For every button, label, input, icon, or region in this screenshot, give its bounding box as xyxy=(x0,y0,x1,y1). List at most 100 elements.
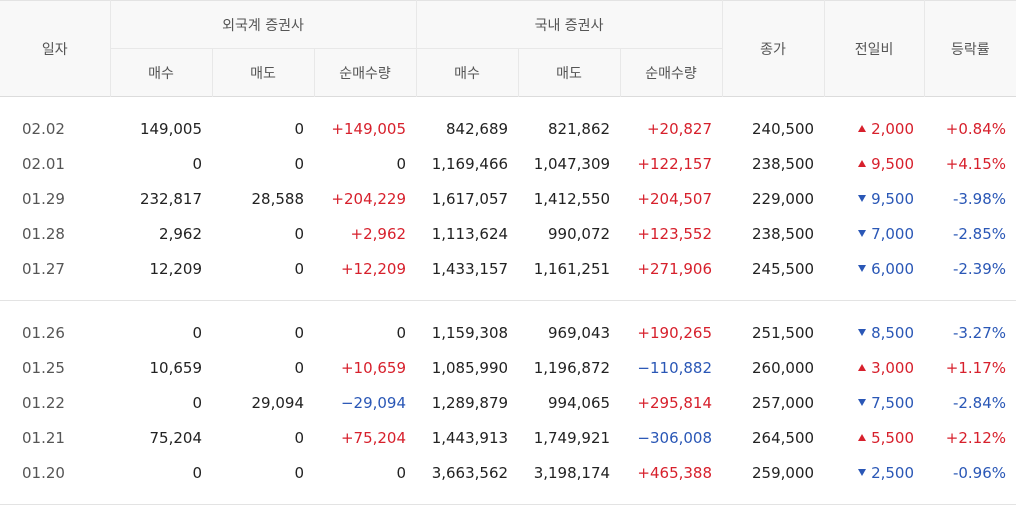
date-cell: 01.28 xyxy=(22,224,65,243)
domestic-sell-cell: 994,065 xyxy=(548,393,611,412)
triangle-down-icon xyxy=(858,264,867,272)
foreign-sell-cell: 0 xyxy=(294,119,304,138)
foreign-net-cell: +149,005 xyxy=(331,119,407,138)
change-cell: 6,000 xyxy=(824,251,924,286)
foreign-buy-cell: 10,659 xyxy=(149,358,203,377)
header-domestic-brokers: 국내 증권사 xyxy=(415,0,723,49)
triangle-down-icon xyxy=(858,194,867,202)
change-rate-cell: +2.12% xyxy=(945,428,1007,447)
domestic-buy-cell: 1,617,057 xyxy=(431,189,509,208)
group-top-spacer xyxy=(0,97,1016,112)
header-foreign-buy: 매수 xyxy=(109,48,212,97)
domestic-net-cell: +465,388 xyxy=(637,463,713,482)
domestic-buy-cell: 1,159,308 xyxy=(431,323,509,342)
domestic-buy-cell: 1,433,157 xyxy=(431,259,509,278)
foreign-sell-cell: 0 xyxy=(294,224,304,243)
domestic-net-cell: +20,827 xyxy=(646,119,713,138)
triangle-down-icon xyxy=(858,468,867,476)
domestic-sell-cell: 3,198,174 xyxy=(533,463,611,482)
date-cell: 01.26 xyxy=(22,323,65,342)
domestic-buy-cell: 842,689 xyxy=(446,119,509,138)
change-cell: 2,500 xyxy=(824,455,924,490)
header-domestic-sell: 매도 xyxy=(517,48,621,97)
close-price-cell: 229,000 xyxy=(752,189,815,208)
foreign-net-cell: −29,094 xyxy=(340,393,407,412)
close-price-cell: 245,500 xyxy=(752,259,815,278)
foreign-net-cell: 0 xyxy=(396,154,407,173)
foreign-sell-cell: 0 xyxy=(294,463,304,482)
change-cell: 7,000 xyxy=(824,216,924,251)
date-cell: 01.21 xyxy=(22,428,65,447)
table-row: 01.29 232,817 28,588 +204,229 1,617,057 1,412… xyxy=(0,181,1016,216)
date-cell: 01.29 xyxy=(22,189,65,208)
foreign-sell-cell: 0 xyxy=(294,358,304,377)
change-rate-cell: -2.85% xyxy=(952,224,1007,243)
table-row: 01.20 0 0 0 3,663,562 3,198,174 +465,388 259,00… xyxy=(0,455,1016,490)
domestic-net-cell: −110,882 xyxy=(637,358,713,377)
foreign-sell-cell: 0 xyxy=(294,154,304,173)
header-domestic-net: 순매수량 xyxy=(619,48,723,97)
table-row: 01.21 75,204 0 +75,204 1,443,913 1,749,921 −30… xyxy=(0,420,1016,455)
foreign-net-cell: +10,659 xyxy=(340,358,407,377)
change-value: 2,500 xyxy=(871,463,915,482)
table-row: 02.01 0 0 0 1,169,466 1,047,309 +122,157 238,50… xyxy=(0,146,1016,181)
date-cell: 01.25 xyxy=(22,358,65,377)
date-cell: 02.02 xyxy=(22,119,65,138)
domestic-net-cell: +295,814 xyxy=(637,393,713,412)
header-close-price: 종가 xyxy=(721,0,825,97)
domestic-sell-cell: 821,862 xyxy=(548,119,611,138)
header-foreign-net: 순매수량 xyxy=(313,48,417,97)
foreign-sell-cell: 0 xyxy=(294,428,304,447)
foreign-buy-cell: 0 xyxy=(192,323,202,342)
table-row: 01.28 2,962 0 +2,962 1,113,624 990,072 +123,55… xyxy=(0,216,1016,251)
triangle-up-icon xyxy=(858,159,867,167)
change-cell: 9,500 xyxy=(824,181,924,216)
change-cell: 5,500 xyxy=(824,420,924,455)
header-foreign-sell: 매도 xyxy=(211,48,314,97)
foreign-sell-cell: 0 xyxy=(294,323,304,342)
close-price-cell: 264,500 xyxy=(752,428,815,447)
change-rate-cell: +4.15% xyxy=(945,154,1007,173)
domestic-sell-cell: 1,196,872 xyxy=(533,358,611,377)
date-cell: 01.27 xyxy=(22,259,65,278)
change-value: 6,000 xyxy=(871,259,915,278)
foreign-buy-cell: 75,204 xyxy=(149,428,203,447)
change-cell: 2,000 xyxy=(824,111,924,146)
domestic-net-cell: +271,906 xyxy=(637,259,713,278)
change-rate-cell: -3.27% xyxy=(952,323,1007,342)
domestic-buy-cell: 1,169,466 xyxy=(431,154,509,173)
domestic-buy-cell: 1,289,879 xyxy=(431,393,509,412)
foreign-net-cell: +12,209 xyxy=(340,259,407,278)
triangle-down-icon xyxy=(858,398,867,406)
change-value: 3,000 xyxy=(871,358,915,377)
header-change: 전일비 xyxy=(823,0,925,97)
domestic-buy-cell: 1,443,913 xyxy=(431,428,509,447)
triangle-up-icon xyxy=(858,124,867,132)
domestic-sell-cell: 1,047,309 xyxy=(533,154,611,173)
change-value: 9,500 xyxy=(871,154,915,173)
domestic-net-cell: +190,265 xyxy=(637,323,713,342)
close-price-cell: 238,500 xyxy=(752,154,815,173)
domestic-buy-cell: 1,113,624 xyxy=(431,224,509,243)
header-change-rate: 등락률 xyxy=(923,0,1016,97)
foreign-sell-cell: 28,588 xyxy=(251,189,305,208)
foreign-sell-cell: 0 xyxy=(294,259,304,278)
change-cell: 9,500 xyxy=(824,146,924,181)
domestic-net-cell: +204,507 xyxy=(637,189,713,208)
table-row: 01.26 0 0 0 1,159,308 969,043 +190,265 251,500 8… xyxy=(0,315,1016,350)
change-rate-cell: -2.39% xyxy=(952,259,1007,278)
change-rate-cell: +0.84% xyxy=(945,119,1007,138)
change-value: 8,500 xyxy=(871,323,915,342)
change-rate-cell: -2.84% xyxy=(952,393,1007,412)
group-bottom-spacer xyxy=(0,286,1016,301)
domestic-net-cell: +122,157 xyxy=(637,154,713,173)
triangle-down-icon xyxy=(858,229,867,237)
domestic-sell-cell: 1,749,921 xyxy=(533,428,611,447)
close-price-cell: 260,000 xyxy=(752,358,815,377)
header-domestic-buy: 매수 xyxy=(415,48,519,97)
date-cell: 01.22 xyxy=(22,393,65,412)
foreign-buy-cell: 0 xyxy=(192,463,202,482)
broker-trading-table: 일자 외국계 증권사 국내 증권사 종가 전일비 등락률 매수 매도 순매수량 … xyxy=(0,0,1016,505)
domestic-buy-cell: 3,663,562 xyxy=(431,463,509,482)
domestic-sell-cell: 969,043 xyxy=(548,323,611,342)
